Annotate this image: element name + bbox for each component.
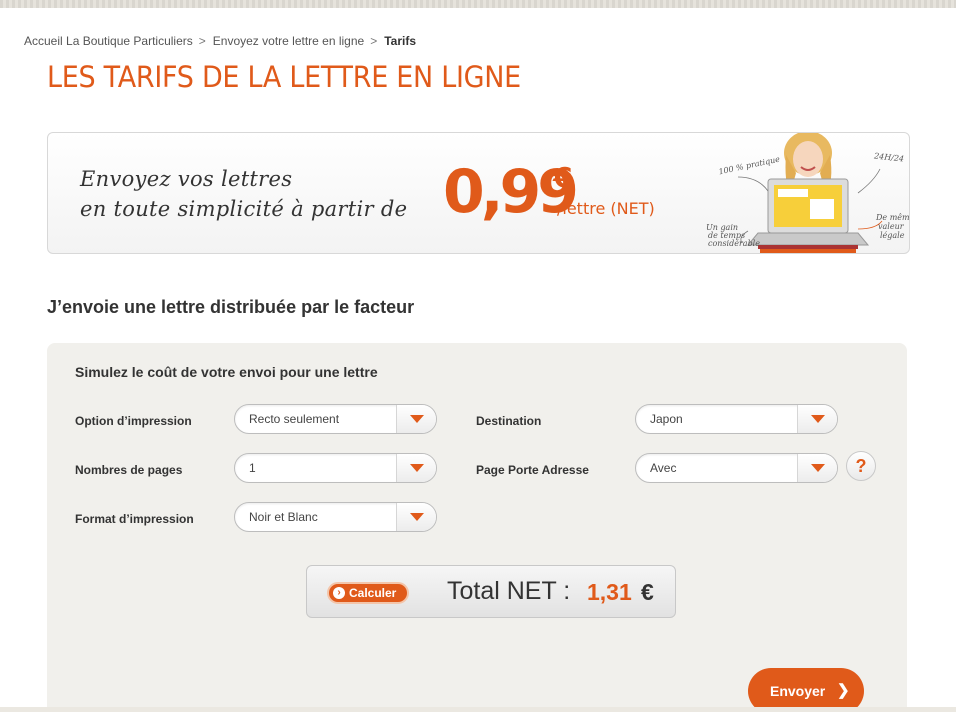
total-value: 1,31 (587, 579, 632, 605)
calculate-button[interactable]: › Calculer (327, 582, 409, 604)
dropdown-toggle[interactable] (797, 454, 837, 482)
chevron-down-icon (410, 513, 424, 521)
chevron-right-icon: › (333, 587, 345, 599)
breadcrumb-separator: > (370, 34, 378, 48)
pages-count-label: Nombres de pages (75, 463, 183, 477)
impression-option-select[interactable]: Recto seulement (234, 404, 437, 434)
dropdown-toggle[interactable] (396, 454, 436, 482)
section-heading: J’envoie une lettre distribuée par le fa… (47, 297, 415, 317)
banner-illustration: 100 % pratique 24H/24 Un gain de temps c… (698, 133, 910, 253)
bottom-decor-strip (0, 707, 956, 712)
address-page-value: Avec (650, 461, 677, 475)
destination-select[interactable]: Japon (635, 404, 838, 434)
breadcrumb-current: Tarifs (384, 34, 417, 48)
banner-unit: /lettre (NET) (557, 199, 655, 218)
banner-line-2: en toute simplicité à partir de (80, 197, 408, 221)
note-gain-3: considérable (708, 239, 760, 248)
banner-currency: € (553, 161, 573, 194)
dropdown-toggle[interactable] (396, 405, 436, 433)
total-label: Total NET : (447, 577, 571, 605)
dropdown-toggle[interactable] (396, 503, 436, 531)
breadcrumb-separator: > (198, 34, 206, 48)
top-decor-strip (0, 0, 956, 8)
total-summary-box: › Calculer Total NET : 1,31 € (306, 565, 676, 618)
chevron-down-icon (811, 464, 825, 472)
address-page-label: Page Porte Adresse (476, 463, 589, 477)
send-button[interactable]: Envoyer ❯ (748, 668, 864, 712)
note-valeur-1: De même (876, 213, 910, 222)
pages-count-select[interactable]: 1 (234, 453, 437, 483)
breadcrumb: Accueil La Boutique Particuliers > Envoyez… (24, 34, 416, 48)
chevron-right-icon: ❯ (837, 682, 850, 699)
promo-banner: Envoyez vos lettres en toute simplicité … (47, 132, 910, 254)
dropdown-toggle[interactable] (797, 405, 837, 433)
note-valeur-3: légale (880, 231, 905, 240)
total-currency: € (641, 579, 654, 605)
chevron-down-icon (410, 464, 424, 472)
print-format-label: Format d’impression (75, 512, 194, 526)
pages-count-value: 1 (249, 461, 256, 475)
impression-option-label: Option d’impression (75, 414, 192, 428)
chevron-down-icon (811, 415, 825, 423)
breadcrumb-home-link[interactable]: Accueil La Boutique Particuliers (24, 34, 193, 48)
calculate-button-label: Calculer (349, 586, 397, 600)
chevron-down-icon (410, 415, 424, 423)
impression-option-value: Recto seulement (249, 412, 340, 426)
destination-value: Japon (650, 412, 683, 426)
note-valeur-2: valeur (878, 222, 904, 231)
send-button-label: Envoyer (770, 683, 826, 699)
address-page-select[interactable]: Avec (635, 453, 838, 483)
page-title: LES TARIFS DE LA LETTRE EN LIGNE (47, 60, 521, 94)
banner-line-1: Envoyez vos lettres (80, 167, 293, 191)
help-button[interactable]: ? (846, 451, 876, 481)
print-format-select[interactable]: Noir et Blanc (234, 502, 437, 532)
destination-label: Destination (476, 414, 542, 428)
breadcrumb-letter-link[interactable]: Envoyez votre lettre en ligne (213, 34, 364, 48)
cost-simulator-panel: Simulez le coût de votre envoi pour une … (47, 343, 907, 712)
print-format-value: Noir et Blanc (249, 510, 318, 524)
simulator-title: Simulez le coût de votre envoi pour une … (75, 364, 378, 380)
